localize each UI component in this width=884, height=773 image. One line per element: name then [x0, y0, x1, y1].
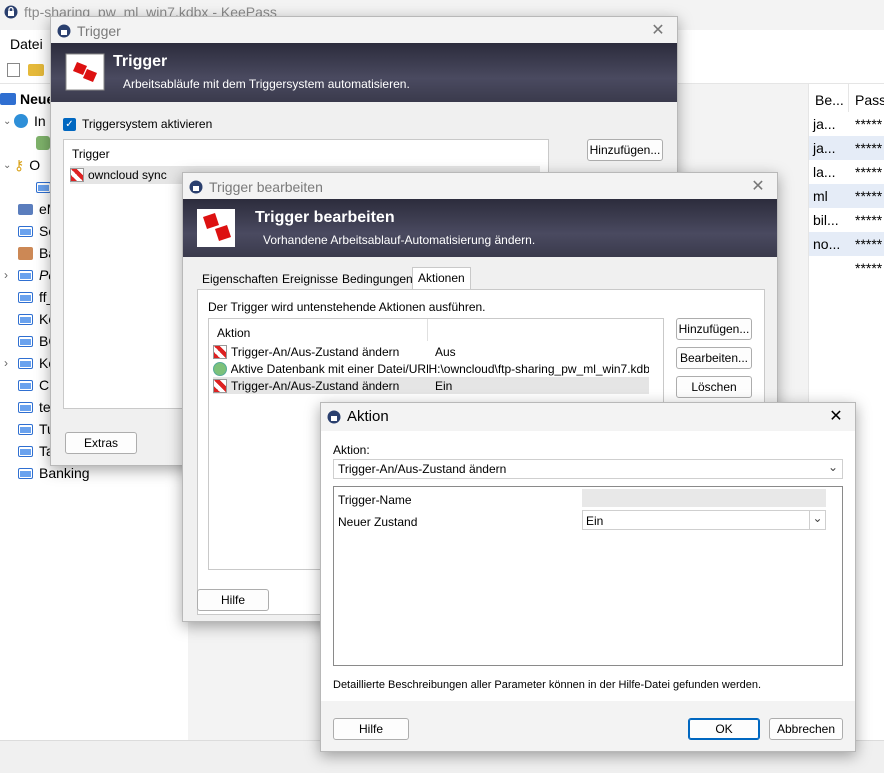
entry-row[interactable]: la... *****	[809, 160, 884, 184]
action-row[interactable]: Trigger-An/Aus-Zustand ändern Aus	[213, 343, 649, 360]
action-row[interactable]: Aktive Datenbank mit einer Datei/URL... …	[213, 360, 649, 377]
parameter-info: Detaillierte Beschreibungen aller Parame…	[333, 679, 762, 691]
delete-action-button[interactable]: Löschen	[676, 376, 752, 398]
folder-icon	[18, 291, 33, 303]
keepass-lock-icon	[4, 5, 18, 19]
help-button[interactable]: Hilfe	[333, 718, 409, 740]
parameters-grid: Trigger-Name Neuer Zustand Ein ⌄	[333, 486, 843, 666]
folder-icon	[18, 401, 33, 413]
folder-open-icon	[0, 93, 16, 105]
folder-icon	[18, 313, 33, 325]
param-name: Neuer Zustand	[338, 515, 418, 529]
extras-button[interactable]: Extras	[65, 432, 137, 454]
enable-trigger-checkbox[interactable]: ✓ Triggersystem aktivieren	[63, 117, 212, 131]
add-action-button[interactable]: Hinzufügen...	[676, 318, 752, 340]
keepass-lock-icon	[57, 24, 71, 38]
cancel-button[interactable]: Abbrechen	[769, 718, 843, 740]
folder-icon	[18, 423, 33, 435]
chevron-right-icon[interactable]: ›	[0, 268, 18, 282]
keepass-lock-icon	[327, 410, 341, 424]
chevron-down-icon[interactable]: ⌄	[0, 116, 14, 127]
folder-icon	[18, 335, 33, 347]
entry-row[interactable]: *****	[809, 256, 884, 280]
keepass-lock-icon	[189, 180, 203, 194]
user-icon	[36, 136, 50, 150]
edit-trigger-banner: Trigger bearbeiten Vorhandene Arbeitsabl…	[183, 199, 777, 257]
new-database-icon[interactable]	[7, 63, 20, 77]
add-trigger-button[interactable]: Hinzufügen...	[587, 139, 663, 161]
action-row[interactable]: Trigger-An/Aus-Zustand ändern Ein	[213, 377, 649, 394]
checkmark-icon[interactable]: ✓	[63, 117, 76, 131]
menu-datei[interactable]: Datei	[10, 36, 43, 52]
close-icon[interactable]: ✕	[647, 20, 669, 42]
actions-intro: Der Trigger wird untenstehende Aktionen …	[208, 300, 486, 314]
chevron-down-icon[interactable]: ⌄	[809, 511, 825, 529]
trigger-dialog-titlebar: Trigger ✕	[51, 17, 677, 45]
action-titlebar: Aktion ✕	[321, 403, 855, 431]
folder-icon	[18, 379, 33, 391]
key-icon: ⚷	[14, 156, 25, 173]
action-type-select[interactable]: Trigger-An/Aus-Zustand ändern ⌄	[333, 459, 843, 479]
help-button[interactable]: Hilfe	[197, 589, 269, 611]
trigger-toggle-icon	[213, 378, 227, 393]
edit-trigger-titlebar: Trigger bearbeiten ✕	[183, 173, 777, 201]
actions-list-header[interactable]: Aktion	[217, 326, 250, 340]
trigger-icon	[65, 53, 105, 91]
folder-icon	[18, 225, 33, 237]
chevron-down-icon[interactable]: ⌄	[828, 460, 838, 474]
param-name: Trigger-Name	[338, 493, 412, 507]
trigger-banner: Trigger Arbeitsabläufe mit dem Triggersy…	[51, 43, 677, 102]
tab-ereignisse[interactable]: Ereignisse	[277, 269, 343, 289]
folder-icon	[18, 269, 33, 281]
folder-icon	[18, 445, 33, 457]
chevron-right-icon[interactable]: ›	[0, 356, 18, 370]
folder-icon	[18, 357, 33, 369]
entry-row[interactable]: ml *****	[809, 184, 884, 208]
globe-icon	[14, 114, 28, 128]
action-dialog: Aktion ✕ Aktion: Trigger-An/Aus-Zustand …	[320, 402, 856, 752]
close-icon[interactable]: ✕	[747, 176, 769, 198]
open-folder-icon[interactable]	[28, 64, 44, 76]
trigger-icon	[197, 209, 235, 247]
entry-row[interactable]: no... *****	[809, 232, 884, 256]
bank-icon	[18, 246, 33, 260]
entry-row[interactable]: bil... *****	[809, 208, 884, 232]
trigger-list-header[interactable]: Trigger	[72, 147, 110, 161]
email-icon	[18, 203, 33, 215]
column-header-password[interactable]: Passw	[849, 84, 884, 112]
trigger-icon	[70, 168, 84, 182]
ok-button[interactable]: OK	[688, 718, 760, 740]
folder-icon	[36, 181, 51, 193]
folder-icon	[18, 467, 33, 479]
trigger-name-input[interactable]	[582, 489, 826, 507]
entry-row[interactable]: ja... *****	[809, 136, 884, 160]
tab-aktionen[interactable]: Aktionen	[412, 267, 471, 289]
column-header-user[interactable]: Be...	[809, 84, 849, 112]
entry-row[interactable]: ja... *****	[809, 112, 884, 136]
open-database-icon	[213, 361, 227, 376]
close-icon[interactable]: ✕	[825, 406, 847, 428]
tab-strip: Eigenschaften Ereignisse Bedingungen Akt…	[197, 267, 767, 289]
edit-action-button[interactable]: Bearbeiten...	[676, 347, 752, 369]
trigger-toggle-icon	[213, 344, 227, 359]
new-state-select[interactable]: Ein ⌄	[582, 510, 826, 530]
chevron-down-icon[interactable]: ⌄	[0, 160, 14, 171]
action-label: Aktion:	[333, 443, 370, 457]
tab-bedingungen[interactable]: Bedingungen	[337, 269, 418, 289]
tab-eigenschaften[interactable]: Eigenschaften	[197, 269, 283, 289]
